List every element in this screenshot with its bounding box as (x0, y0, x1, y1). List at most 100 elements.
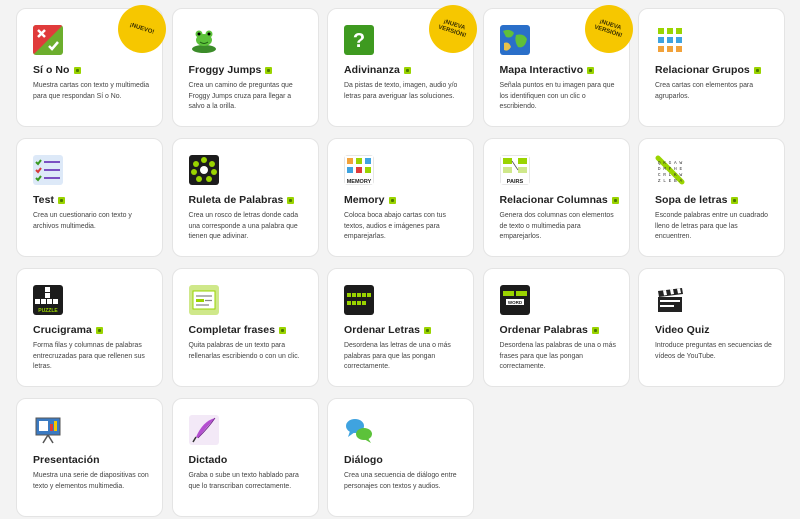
card-title: Completar frases (188, 324, 276, 336)
tag-icon (95, 326, 103, 334)
word-search-icon: Q K G A W D M F H E C R L K W Z L E B A (655, 155, 685, 185)
tag-icon (611, 196, 619, 204)
card-froggy-jumps[interactable]: Froggy Jumps Crea un camino de preguntas… (171, 8, 319, 127)
letter-wheel-icon (188, 155, 219, 185)
card-description: Forma filas y columnas de palabras entre… (33, 342, 145, 370)
tag-icon (58, 196, 66, 204)
card-description: Crea un rosco de letras donde cada una c… (188, 212, 299, 240)
card-crucigrama[interactable]: PUZZLE Crucigrama Forma filas y columnas… (16, 268, 163, 387)
pairs-icon-label: PAIRS (506, 179, 523, 185)
crossword-icon-label: PUZZLE (38, 308, 58, 314)
card-title: Adivinanza (344, 64, 400, 76)
svg-text:Z L E B A: Z L E B A (658, 178, 683, 184)
card-description: Desordena las palabras de una o más fras… (499, 342, 616, 370)
card-title: Ordenar Letras (344, 324, 420, 336)
card-description: Introduce preguntas en secuencias de víd… (655, 342, 772, 360)
card-completar-frases[interactable]: Completar frases Quita palabras de un te… (171, 268, 319, 387)
group-grid-icon (655, 25, 685, 55)
card-title: Test (33, 194, 55, 206)
card-title: Presentación (33, 454, 100, 466)
card-title: Video Quiz (655, 324, 710, 336)
tag-icon (388, 196, 396, 204)
card-title: Sopa de letras (655, 194, 728, 206)
tag-icon (423, 326, 431, 334)
quill-pen-icon (188, 415, 219, 445)
card-title: Sí o No (33, 64, 70, 76)
card-description: Crea un camino de preguntas que Froggy J… (188, 82, 293, 110)
svg-text:D M F H E: D M F H E (658, 166, 683, 172)
new-version-badge: ¡NUEVA VERSIÓN! (429, 5, 477, 53)
card-adivinanza[interactable]: ? Adivinanza Da pistas de texto, imagen,… (327, 5, 477, 127)
card-description: Graba o sube un texto hablado para que l… (188, 472, 299, 490)
card-description: Crea un cuestionario con texto y archivo… (33, 212, 132, 230)
card-description: Crea una secuencia de diálogo entre pers… (344, 472, 457, 490)
card-title: Crucigrama (33, 324, 92, 336)
svg-text:C R L K W: C R L K W (658, 172, 683, 178)
card-test[interactable]: Test Crea un cuestionario con texto y ar… (16, 138, 163, 257)
tag-icon (753, 66, 761, 74)
card-si-o-no[interactable]: Sí o No Muestra cartas con texto y multi… (16, 5, 166, 127)
question-mark-icon: ? (344, 25, 374, 55)
svg-text:Q K G A W: Q K G A W (658, 160, 683, 166)
card-title: Mapa Interactivo (499, 64, 584, 76)
map-icon (499, 25, 530, 55)
badge-label: ¡NUEVO! (129, 21, 156, 36)
card-title: Memory (344, 194, 385, 206)
card-ruleta-de-palabras[interactable]: Ruleta de Palabras Crea un rosco de letr… (171, 138, 319, 257)
card-title: Ordenar Palabras (499, 324, 588, 336)
tag-icon (403, 66, 411, 74)
card-ordenar-letras[interactable]: Ordenar Letras Desordena las letras de u… (327, 268, 474, 387)
card-relacionar-columnas[interactable]: PAIRS Relacionar Columnas Genera dos col… (482, 138, 630, 257)
new-version-badge: ¡NUEVA VERSIÓN! (584, 5, 633, 53)
new-badge: ¡NUEVO! (118, 5, 166, 53)
memory-cards-icon: MEMORY (344, 155, 374, 185)
letter-order-icon (344, 285, 374, 315)
card-dialogo[interactable]: Diálogo Crea una secuencia de diálogo en… (327, 398, 474, 517)
tag-icon (265, 66, 273, 74)
card-sopa-de-letras[interactable]: Q K G A W D M F H E C R L K W Z L E B A … (638, 138, 785, 257)
memory-icon-label: MEMORY (347, 179, 372, 185)
checklist-icon (33, 155, 63, 185)
crossword-icon: PUZZLE (33, 285, 63, 315)
card-description: Quita palabras de un texto para rellenar… (188, 342, 300, 360)
card-title: Dictado (188, 454, 228, 466)
svg-text:?: ? (353, 30, 365, 52)
card-title: Diálogo (344, 454, 383, 466)
word-order-icon-label: WORD (507, 300, 522, 305)
card-description: Crea cartas con elementos para agruparlo… (655, 82, 754, 100)
clapperboard-icon (655, 285, 685, 315)
tag-icon (287, 196, 295, 204)
tag-icon (591, 326, 599, 334)
fill-blanks-icon (188, 285, 219, 315)
card-ordenar-palabras[interactable]: WORD Ordenar Palabras Desordena las pala… (482, 268, 630, 387)
badge-label: ¡NUEVA VERSIÓN! (592, 18, 623, 40)
card-dictado[interactable]: Dictado Graba o sube un texto hablado pa… (171, 398, 319, 517)
tag-icon (73, 66, 81, 74)
card-mapa-interactivo[interactable]: Mapa Interactivo Señala puntos en tu ima… (482, 5, 633, 127)
activity-grid: Sí o No Muestra cartas con texto y multi… (16, 5, 785, 517)
tag-icon (279, 326, 287, 334)
card-memory[interactable]: MEMORY Memory Coloca boca abajo cartas c… (327, 138, 474, 257)
card-description: Da pistas de texto, imagen, audio y/o le… (344, 82, 458, 100)
card-presentacion[interactable]: Presentación Muestra una serie de diapos… (16, 398, 163, 517)
card-description: Esconde palabras entre un cuadrado lleno… (655, 212, 769, 240)
card-description: Señala puntos en tu imagen para que los … (499, 82, 615, 110)
badge-label: ¡NUEVA VERSIÓN! (437, 18, 467, 40)
presentation-icon (33, 415, 63, 445)
card-title: Ruleta de Palabras (188, 194, 284, 206)
tag-icon (731, 196, 739, 204)
card-title: Relacionar Columnas (499, 194, 608, 206)
card-relacionar-grupos[interactable]: Relacionar Grupos Crea cartas con elemen… (638, 8, 785, 127)
card-video-quiz[interactable]: Video Quiz Introduce preguntas en secuen… (638, 268, 785, 387)
card-description: Coloca boca abajo cartas con tus textos,… (344, 212, 446, 240)
card-description: Genera dos columnas con elementos de tex… (499, 212, 614, 240)
card-description: Muestra cartas con texto y multimedia pa… (33, 82, 150, 100)
tag-icon (587, 66, 595, 74)
frog-icon (188, 25, 219, 55)
card-title: Froggy Jumps (188, 64, 262, 76)
speech-bubbles-icon (344, 415, 374, 445)
card-title: Relacionar Grupos (655, 64, 750, 76)
pairs-icon: PAIRS (499, 155, 530, 185)
card-description: Muestra una serie de diapositivas con te… (33, 472, 149, 490)
yes-no-icon (33, 25, 63, 55)
